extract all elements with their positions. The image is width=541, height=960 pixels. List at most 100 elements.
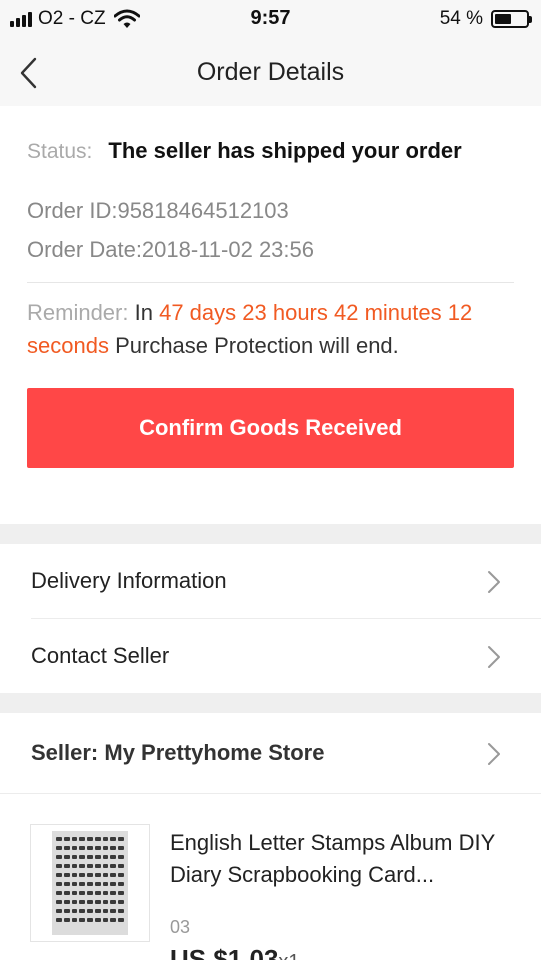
stamp-glyph (94, 909, 101, 913)
status-row: Status: The seller has shipped your orde… (27, 138, 462, 164)
stamp-glyph (118, 882, 124, 886)
stamp-glyph (87, 918, 93, 922)
status-label: Status: (27, 140, 93, 163)
stamp-glyph (79, 909, 86, 913)
seller-row[interactable]: Seller: My Prettyhome Store (0, 713, 541, 793)
stamp-glyph (63, 837, 70, 841)
product-price: US $1.03 (170, 944, 279, 960)
reminder-prefix: In (134, 300, 153, 325)
stamp-glyph (110, 918, 117, 922)
stamp-glyph (87, 855, 93, 859)
stamp-glyph (94, 846, 101, 850)
stamp-glyph (118, 837, 124, 841)
stamp-glyph (87, 900, 93, 904)
stamp-glyph (87, 846, 93, 850)
stamp-glyph (87, 909, 93, 913)
stamp-glyph (71, 909, 78, 913)
stamp-glyph (56, 855, 62, 859)
stamp-glyph (110, 855, 117, 859)
product-thumbnail (30, 824, 150, 942)
stamp-glyph (56, 846, 62, 850)
stamp-glyph (110, 909, 117, 913)
product-sku: 03 (170, 917, 191, 937)
stamp-glyph (63, 909, 70, 913)
stamp-glyph (71, 855, 78, 859)
stamp-glyph (118, 855, 124, 859)
stamp-glyph (56, 891, 62, 895)
confirm-goods-received-button[interactable]: Confirm Goods Received (27, 388, 514, 468)
order-date: Order Date:2018-11-02 23:56 (27, 237, 314, 262)
reminder-suffix: Purchase Protection will end. (115, 333, 399, 358)
stamp-glyph (110, 882, 117, 886)
stamp-glyph (94, 918, 101, 922)
product-price-row: US $1.03x1 (170, 944, 300, 960)
stamp-glyph (71, 846, 78, 850)
stamp-glyph (56, 909, 62, 913)
stamp-glyph (110, 837, 117, 841)
stamp-glyph (118, 891, 124, 895)
product-title: English Letter Stamps Album DIY Diary Sc… (170, 830, 495, 887)
stamp-glyph (118, 909, 124, 913)
stamp-glyph (94, 837, 101, 841)
stamp-glyph (71, 918, 78, 922)
stamp-glyph (110, 864, 117, 868)
stamp-glyph (79, 864, 86, 868)
stamp-glyph (102, 909, 109, 913)
page-title: Order Details (196, 58, 345, 86)
stamp-glyph (110, 846, 117, 850)
stamp-glyph (110, 900, 117, 904)
order-links-card: Delivery Information Contact Seller (0, 544, 541, 693)
stamp-glyph (94, 864, 101, 868)
stamp-glyph (71, 900, 78, 904)
stamp-glyph (102, 900, 109, 904)
stamp-glyph (102, 873, 109, 877)
stamp-glyph (87, 891, 93, 895)
stamp-glyph (71, 882, 78, 886)
stamp-glyph (118, 918, 124, 922)
reminder-label: Reminder: (27, 300, 129, 325)
stamp-glyph (79, 873, 86, 877)
stamp-glyph (94, 882, 101, 886)
chevron-right-icon (488, 743, 500, 765)
stamp-glyph (63, 918, 70, 922)
stamp-glyph (79, 855, 86, 859)
order-summary-card: Status: The seller has shipped your orde… (0, 106, 541, 524)
delivery-information-row[interactable]: Delivery Information (0, 544, 541, 619)
stamp-glyph (118, 873, 124, 877)
battery-level (495, 14, 511, 24)
stamp-glyph (63, 891, 70, 895)
stamp-glyph (87, 837, 93, 841)
stamp-glyph (71, 891, 78, 895)
contact-seller-row[interactable]: Contact Seller (0, 619, 541, 693)
stamp-glyph (79, 837, 86, 841)
stamp-glyph (118, 846, 124, 850)
seller-name: Seller: My Prettyhome Store (31, 740, 325, 765)
stamp-glyph (56, 918, 62, 922)
stamp-glyph (94, 873, 101, 877)
stamp-glyph (87, 864, 93, 868)
status-right: 54 % (440, 8, 532, 30)
stamp-glyph (56, 837, 62, 841)
stamp-glyph (71, 837, 78, 841)
stamp-glyph (102, 846, 109, 850)
stamp-glyph (94, 900, 101, 904)
battery-icon (491, 10, 532, 28)
stamp-glyph (63, 846, 70, 850)
stamp-glyph (102, 855, 109, 859)
stamp-glyph (79, 882, 86, 886)
status-value: The seller has shipped your order (108, 138, 462, 163)
stamp-glyph (63, 900, 70, 904)
contact-seller-label: Contact Seller (31, 643, 170, 668)
stamp-glyph (79, 918, 86, 922)
stamp-glyph (94, 891, 101, 895)
stamp-glyph (102, 837, 109, 841)
stamp-glyph (110, 891, 117, 895)
countdown-primary: 47 days 23 hours 42 minutes (159, 300, 442, 325)
stamp-glyph (56, 864, 62, 868)
stamp-glyph (118, 864, 124, 868)
stamp-glyph (110, 873, 117, 877)
stamp-glyph (79, 900, 86, 904)
product-item[interactable]: English Letter Stamps Album DIY Diary Sc… (0, 794, 541, 960)
seller-card: Seller: My Prettyhome Store English Lett… (0, 713, 541, 960)
reminder-text: Reminder: In 47 days 23 hours 42 minutes… (27, 296, 517, 362)
